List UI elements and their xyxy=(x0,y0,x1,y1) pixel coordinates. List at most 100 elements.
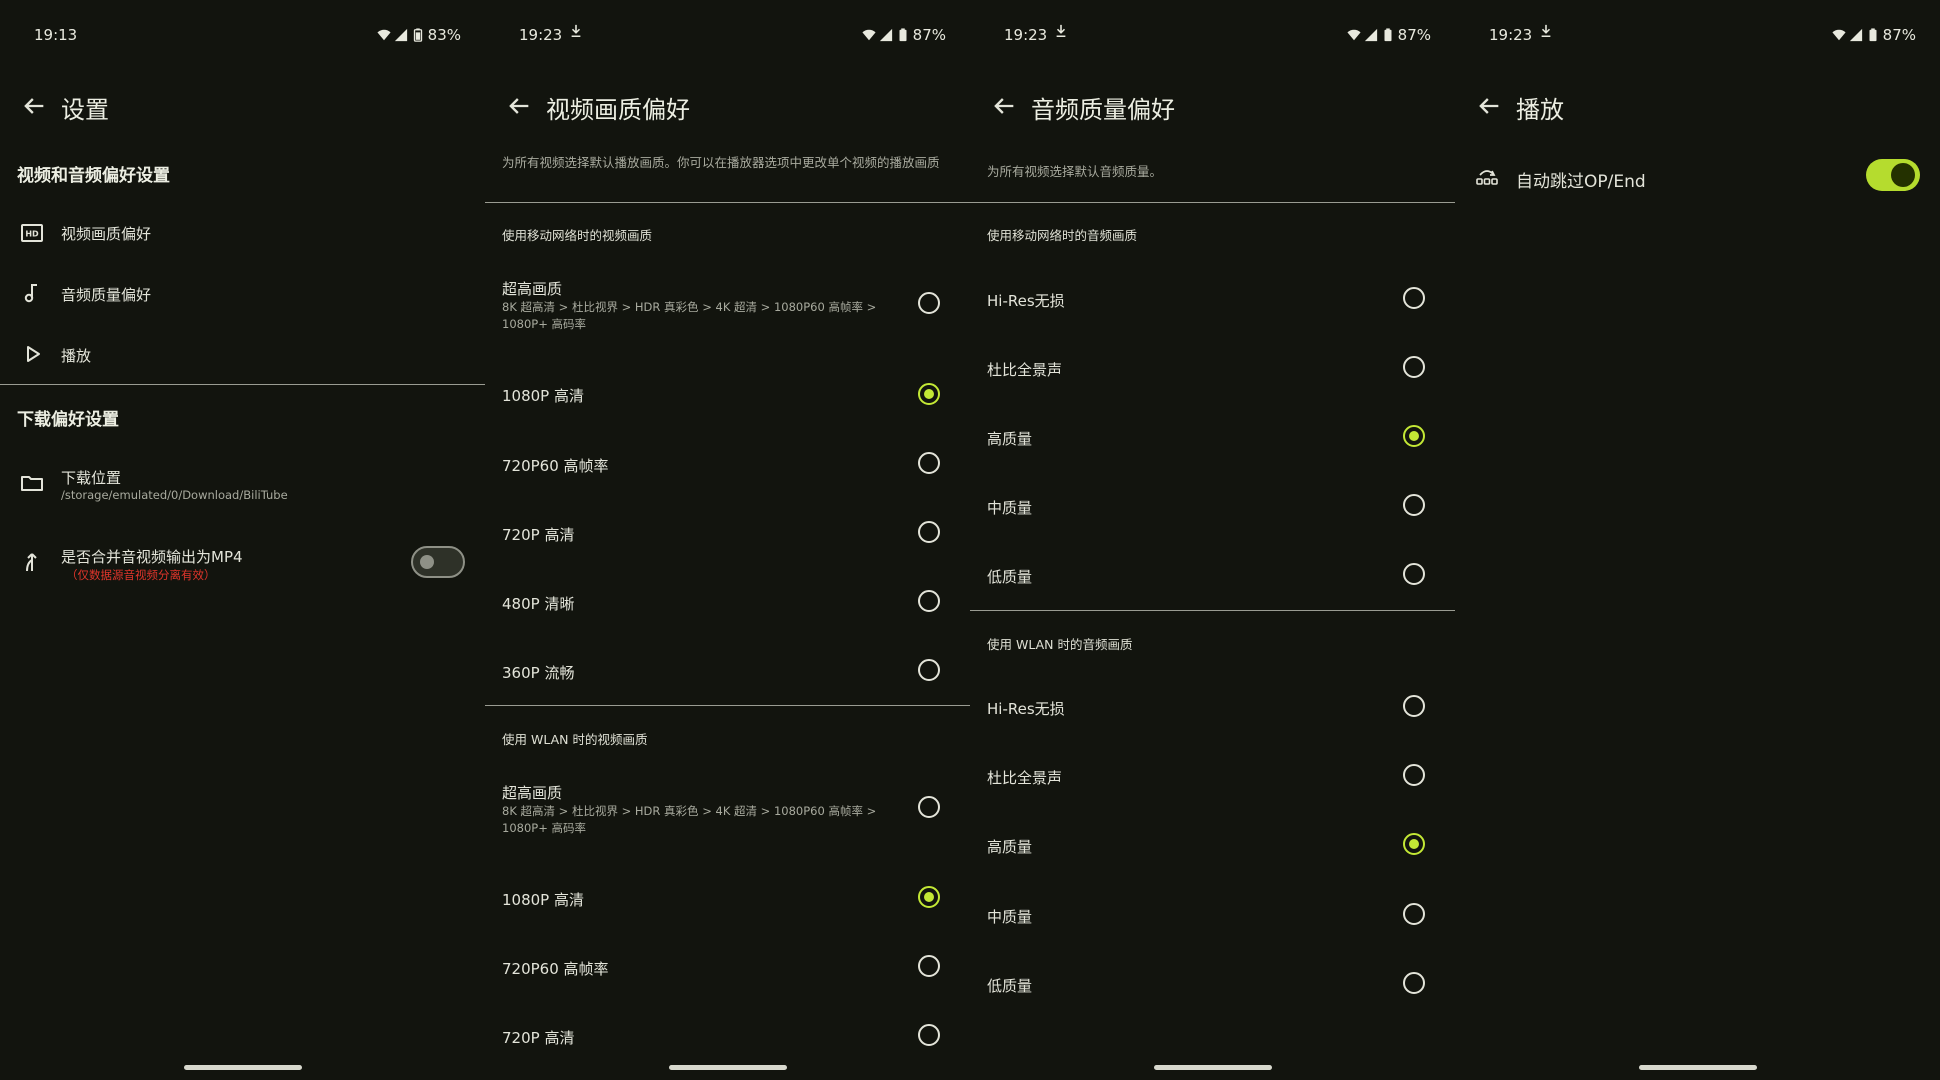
download-location-label: 下载位置 xyxy=(61,469,122,487)
group-header-wlan: 使用 WLAN 时的视频画质 xyxy=(502,732,648,747)
radio-button[interactable] xyxy=(918,955,940,977)
merge-label: 是否合并音视频输出为MP4 xyxy=(61,548,243,566)
download-location-path: /storage/emulated/0/Download/BiliTube xyxy=(61,488,288,502)
radio-button[interactable] xyxy=(1403,287,1425,309)
option-label: 720P60 高帧率 xyxy=(502,457,609,475)
option-label: Hi-Res无损 xyxy=(987,292,1065,310)
radio-button[interactable] xyxy=(1403,764,1425,786)
merge-toggle[interactable] xyxy=(411,546,465,578)
back-arrow-icon[interactable] xyxy=(990,92,1018,120)
home-indicator[interactable] xyxy=(1154,1065,1272,1070)
divider xyxy=(485,202,970,203)
status-bar: 19:23 87% xyxy=(1455,24,1940,48)
option-label: 720P 高清 xyxy=(502,1029,575,1047)
wifi-icon xyxy=(1347,29,1361,41)
back-arrow-icon[interactable] xyxy=(505,92,533,120)
group-header-wlan: 使用 WLAN 时的音频画质 xyxy=(987,637,1133,652)
signal-icon xyxy=(394,28,407,42)
wifi-icon xyxy=(1832,29,1846,41)
option-label: 1080P 高清 xyxy=(502,387,584,405)
option-label: 低质量 xyxy=(987,977,1033,995)
divider xyxy=(0,384,485,385)
section-title-download: 下载偏好设置 xyxy=(17,410,119,430)
play-icon xyxy=(27,346,40,362)
radio-button[interactable] xyxy=(1403,695,1425,717)
section-title-av: 视频和音频偏好设置 xyxy=(17,166,170,186)
settings-item-label: 播放 xyxy=(61,347,92,365)
page-description: 为所有视频选择默认播放画质。你可以在播放器选项中更改单个视频的播放画质 xyxy=(502,155,940,170)
status-time: 19:23 xyxy=(1004,26,1048,44)
signal-icon xyxy=(1364,28,1377,42)
radio-button[interactable] xyxy=(1403,356,1425,378)
option-sublabel: 8K 超高清 > 杜比视界 > HDR 真彩色 > 4K 超清 > 1080P6… xyxy=(502,804,877,835)
radio-button-selected[interactable] xyxy=(1403,425,1425,447)
radio-button[interactable] xyxy=(918,521,940,543)
folder-icon xyxy=(21,476,43,491)
signal-icon xyxy=(879,28,892,42)
music-note-icon xyxy=(24,284,37,303)
radio-button-selected[interactable] xyxy=(1403,833,1425,855)
app-bar: 视频画质偏好 xyxy=(485,88,970,132)
auto-skip-label: 自动跳过OP/End xyxy=(1516,172,1646,192)
app-bar: 音频质量偏好 xyxy=(970,88,1455,132)
page-title: 播放 xyxy=(1516,96,1564,124)
back-arrow-icon[interactable] xyxy=(1475,92,1503,120)
home-indicator[interactable] xyxy=(1639,1065,1757,1070)
battery-percent: 87% xyxy=(1397,26,1431,44)
option-sublabel: 8K 超高清 > 杜比视界 > HDR 真彩色 > 4K 超清 > 1080P6… xyxy=(502,300,877,331)
radio-button[interactable] xyxy=(918,796,940,818)
radio-button[interactable] xyxy=(1403,972,1425,994)
radio-button[interactable] xyxy=(1403,903,1425,925)
battery-icon xyxy=(899,28,907,42)
radio-button-selected[interactable] xyxy=(918,383,940,405)
option-label: 720P 高清 xyxy=(502,526,575,544)
option-label: 480P 清晰 xyxy=(502,595,575,613)
divider xyxy=(485,705,970,706)
back-arrow-icon[interactable] xyxy=(20,92,48,120)
status-time: 19:13 xyxy=(34,26,78,44)
option-label: 低质量 xyxy=(987,568,1033,586)
option-label: 360P 流畅 xyxy=(502,664,575,682)
settings-item-label: 音频质量偏好 xyxy=(61,286,152,304)
status-bar: 19:23 87% xyxy=(485,24,970,48)
svg-text:HD: HD xyxy=(25,230,39,239)
battery-percent: 83% xyxy=(427,26,461,44)
download-icon xyxy=(571,24,581,38)
option-label: 中质量 xyxy=(987,499,1033,517)
page-description: 为所有视频选择默认音频质量。 xyxy=(987,164,1163,179)
merge-note: （仅数据源音视频分离有效） xyxy=(66,568,216,582)
battery-percent: 87% xyxy=(912,26,946,44)
app-bar: 播放 xyxy=(1455,88,1940,132)
status-time: 19:23 xyxy=(519,26,563,44)
page-title: 视频画质偏好 xyxy=(546,96,690,124)
divider xyxy=(970,610,1455,611)
group-header-mobile: 使用移动网络时的视频画质 xyxy=(502,228,653,243)
status-bar: 19:23 87% xyxy=(970,24,1455,48)
wifi-icon xyxy=(377,29,391,41)
radio-button[interactable] xyxy=(918,452,940,474)
home-indicator[interactable] xyxy=(669,1065,787,1070)
home-indicator[interactable] xyxy=(184,1065,302,1070)
page-title: 音频质量偏好 xyxy=(1031,96,1175,124)
battery-icon xyxy=(1384,28,1392,42)
option-label: 高质量 xyxy=(987,430,1033,448)
radio-button[interactable] xyxy=(918,1024,940,1046)
option-label: 1080P 高清 xyxy=(502,891,584,909)
status-bar: 19:13 83% xyxy=(0,26,485,48)
battery-percent: 87% xyxy=(1882,26,1916,44)
radio-button-selected[interactable] xyxy=(918,886,940,908)
download-icon xyxy=(1056,24,1066,38)
radio-button[interactable] xyxy=(1403,563,1425,585)
radio-button[interactable] xyxy=(1403,494,1425,516)
auto-skip-toggle[interactable] xyxy=(1866,159,1920,191)
option-label: 杜比全景声 xyxy=(987,769,1063,787)
radio-button[interactable] xyxy=(918,659,940,681)
settings-item-label: 视频画质偏好 xyxy=(61,225,152,243)
screen-playback: 19:23 87% 播放 自动跳过OP/End xyxy=(1455,0,1940,1080)
radio-button[interactable] xyxy=(918,292,940,314)
hd-icon: HD xyxy=(21,224,43,242)
toggle-knob xyxy=(420,555,434,569)
divider xyxy=(970,202,1455,203)
status-time: 19:23 xyxy=(1489,26,1533,44)
radio-button[interactable] xyxy=(918,590,940,612)
